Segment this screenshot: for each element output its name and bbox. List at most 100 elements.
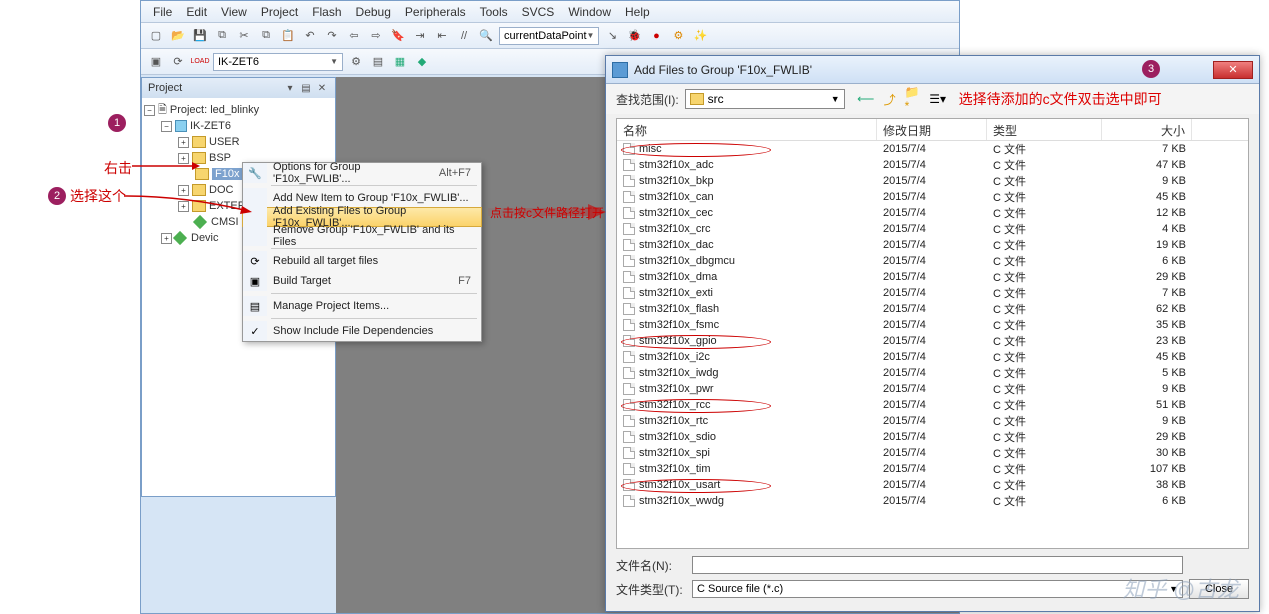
- find-icon[interactable]: 🔍: [477, 27, 495, 45]
- tree-group-label[interactable]: USER: [209, 136, 240, 148]
- load-icon[interactable]: LOAD: [191, 53, 209, 71]
- build-icon[interactable]: ▣: [147, 53, 165, 71]
- filename-input[interactable]: [692, 556, 1183, 574]
- menu-debug[interactable]: Debug: [356, 5, 391, 19]
- tree-group-label[interactable]: EXTER: [209, 200, 246, 212]
- rebuild-icon[interactable]: ⟳: [169, 53, 187, 71]
- save-icon[interactable]: 💾: [191, 27, 209, 45]
- nav-back-icon[interactable]: ⇦: [345, 27, 363, 45]
- file-list-header[interactable]: 名称 修改日期 类型 大小: [617, 119, 1248, 141]
- file-row[interactable]: stm32f10x_i2c2015/7/4C 文件45 KB: [617, 349, 1248, 365]
- expander-icon[interactable]: +: [178, 185, 189, 196]
- indent-icon[interactable]: ⇥: [411, 27, 429, 45]
- col-size[interactable]: 大小: [1102, 119, 1192, 140]
- file-row[interactable]: stm32f10x_dbgmcu2015/7/4C 文件6 KB: [617, 253, 1248, 269]
- nav-fwd-icon[interactable]: ⇨: [367, 27, 385, 45]
- diamond-icon[interactable]: ◆: [413, 53, 431, 71]
- col-type[interactable]: 类型: [987, 119, 1102, 140]
- newfolder-icon[interactable]: 📁*: [905, 90, 923, 108]
- file-list[interactable]: 名称 修改日期 类型 大小 misc2015/7/4C 文件7 KBstm32f…: [616, 118, 1249, 549]
- new-icon[interactable]: ▢: [147, 27, 165, 45]
- bookmark-icon[interactable]: 🔖: [389, 27, 407, 45]
- file-row[interactable]: stm32f10x_usart2015/7/4C 文件38 KB: [617, 477, 1248, 493]
- menu-help[interactable]: Help: [625, 5, 650, 19]
- menu-svcs[interactable]: SVCS: [522, 5, 555, 19]
- find-combo[interactable]: currentDataPoint▼: [499, 27, 599, 45]
- file-row[interactable]: stm32f10x_pwr2015/7/4C 文件9 KB: [617, 381, 1248, 397]
- undo-icon[interactable]: ↶: [301, 27, 319, 45]
- tree-group-label[interactable]: CMSI: [211, 216, 239, 228]
- blocks-icon[interactable]: ▦: [391, 53, 409, 71]
- file-row[interactable]: stm32f10x_bkp2015/7/4C 文件9 KB: [617, 173, 1248, 189]
- file-row[interactable]: stm32f10x_dma2015/7/4C 文件29 KB: [617, 269, 1248, 285]
- file-row[interactable]: stm32f10x_dac2015/7/4C 文件19 KB: [617, 237, 1248, 253]
- expander-icon[interactable]: +: [161, 233, 172, 244]
- target-combo[interactable]: IK-ZET6▼: [213, 53, 343, 71]
- dialog-close-button[interactable]: ✕: [1213, 61, 1253, 79]
- ctx-item[interactable]: Remove Group 'F10x_FWLIB' and its Files: [243, 226, 481, 246]
- back-icon[interactable]: ⟵: [857, 90, 875, 108]
- ctx-item[interactable]: ⟳Rebuild all target files: [243, 251, 481, 271]
- file-row[interactable]: stm32f10x_gpio2015/7/4C 文件23 KB: [617, 333, 1248, 349]
- menu-window[interactable]: Window: [568, 5, 611, 19]
- panel-menu-icon[interactable]: ▤: [299, 81, 313, 95]
- file-row[interactable]: stm32f10x_fsmc2015/7/4C 文件35 KB: [617, 317, 1248, 333]
- open-icon[interactable]: 📂: [169, 27, 187, 45]
- panel-close-icon[interactable]: ✕: [315, 81, 329, 95]
- menu-view[interactable]: View: [221, 5, 247, 19]
- file-row[interactable]: stm32f10x_iwdg2015/7/4C 文件5 KB: [617, 365, 1248, 381]
- file-row[interactable]: stm32f10x_can2015/7/4C 文件45 KB: [617, 189, 1248, 205]
- breakpoint-icon[interactable]: ●: [647, 27, 665, 45]
- pin-icon[interactable]: ▾: [283, 81, 297, 95]
- ctx-item[interactable]: ✓Show Include File Dependencies: [243, 321, 481, 341]
- file-row[interactable]: stm32f10x_sdio2015/7/4C 文件29 KB: [617, 429, 1248, 445]
- dialog-titlebar[interactable]: Add Files to Group 'F10x_FWLIB' ✕: [606, 56, 1259, 84]
- debug-icon[interactable]: 🐞: [625, 27, 643, 45]
- menu-project[interactable]: Project: [261, 5, 298, 19]
- expander-icon[interactable]: −: [161, 121, 172, 132]
- menu-edit[interactable]: Edit: [186, 5, 207, 19]
- expander-icon[interactable]: −: [144, 105, 155, 116]
- tree-group-f10x[interactable]: F10x: [212, 168, 242, 180]
- lookin-dropdown[interactable]: src ▼: [685, 89, 845, 109]
- viewmode-icon[interactable]: ☰▾: [929, 90, 947, 108]
- cut-icon[interactable]: ✂: [235, 27, 253, 45]
- menu-tools[interactable]: Tools: [480, 5, 508, 19]
- menu-file[interactable]: File: [153, 5, 172, 19]
- file-row[interactable]: stm32f10x_wwdg2015/7/4C 文件6 KB: [617, 493, 1248, 509]
- file-row[interactable]: misc2015/7/4C 文件7 KB: [617, 141, 1248, 157]
- file-row[interactable]: stm32f10x_spi2015/7/4C 文件30 KB: [617, 445, 1248, 461]
- col-date[interactable]: 修改日期: [877, 119, 987, 140]
- outdent-icon[interactable]: ⇤: [433, 27, 451, 45]
- file-row[interactable]: stm32f10x_flash2015/7/4C 文件62 KB: [617, 301, 1248, 317]
- expander-icon[interactable]: +: [178, 137, 189, 148]
- expander-icon[interactable]: +: [178, 153, 189, 164]
- copy-icon[interactable]: ⧉: [257, 27, 275, 45]
- tree-group-label[interactable]: BSP: [209, 152, 231, 164]
- file-row[interactable]: stm32f10x_rtc2015/7/4C 文件9 KB: [617, 413, 1248, 429]
- expander-icon[interactable]: +: [178, 201, 189, 212]
- options-icon[interactable]: ⚙: [347, 53, 365, 71]
- manage-icon[interactable]: ▤: [369, 53, 387, 71]
- filetype-dropdown[interactable]: C Source file (*.c)▼: [692, 580, 1183, 598]
- paste-icon[interactable]: 📋: [279, 27, 297, 45]
- menu-flash[interactable]: Flash: [312, 5, 341, 19]
- saveall-icon[interactable]: ⧉: [213, 27, 231, 45]
- col-name[interactable]: 名称: [617, 119, 877, 140]
- find-next-icon[interactable]: ↘: [603, 27, 621, 45]
- up-icon[interactable]: ⤴: [881, 90, 899, 108]
- tree-group-label[interactable]: Devic: [191, 232, 219, 244]
- file-row[interactable]: stm32f10x_adc2015/7/4C 文件47 KB: [617, 157, 1248, 173]
- redo-icon[interactable]: ↷: [323, 27, 341, 45]
- file-row[interactable]: stm32f10x_crc2015/7/4C 文件4 KB: [617, 221, 1248, 237]
- close-button[interactable]: Close: [1189, 579, 1249, 599]
- config-icon[interactable]: ⚙: [669, 27, 687, 45]
- ctx-item[interactable]: ▣Build TargetF7: [243, 271, 481, 291]
- tree-group-label[interactable]: DOC: [209, 184, 233, 196]
- file-list-body[interactable]: misc2015/7/4C 文件7 KBstm32f10x_adc2015/7/…: [617, 141, 1248, 548]
- file-row[interactable]: stm32f10x_cec2015/7/4C 文件12 KB: [617, 205, 1248, 221]
- comment-icon[interactable]: //: [455, 27, 473, 45]
- file-row[interactable]: stm32f10x_exti2015/7/4C 文件7 KB: [617, 285, 1248, 301]
- ctx-item[interactable]: ▤Manage Project Items...: [243, 296, 481, 316]
- menu-peripherals[interactable]: Peripherals: [405, 5, 466, 19]
